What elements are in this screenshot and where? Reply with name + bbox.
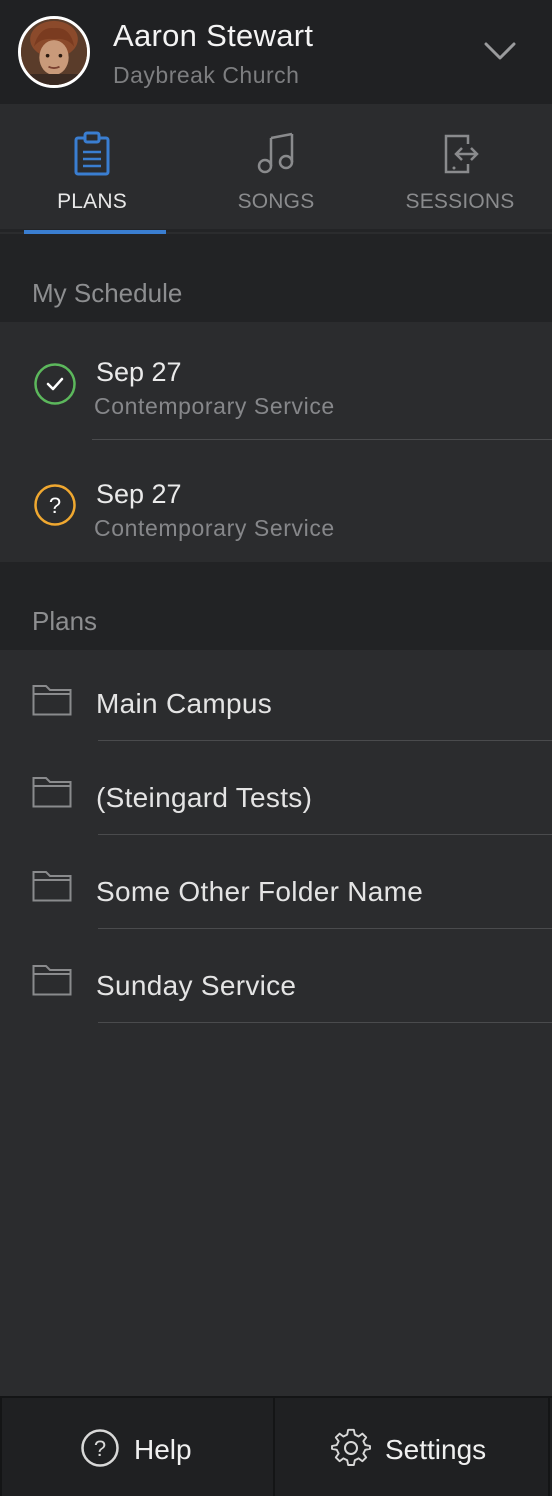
schedule-item[interactable]: Sep 27 Contemporary Service bbox=[0, 322, 552, 444]
tab-plans[interactable]: PLANS bbox=[0, 104, 184, 232]
clipboard-icon bbox=[74, 131, 110, 176]
avatar-image bbox=[21, 19, 87, 85]
section-title: My Schedule bbox=[32, 278, 183, 308]
folder-item[interactable]: Some Other Folder Name bbox=[0, 838, 552, 932]
folder-name: Sunday Service bbox=[96, 970, 297, 1001]
section-header-plans: Plans bbox=[0, 562, 552, 650]
avatar bbox=[18, 16, 90, 88]
row-divider bbox=[98, 1022, 552, 1023]
folder-name: Main Campus bbox=[96, 688, 273, 719]
tab-label: SESSIONS bbox=[405, 190, 515, 213]
folder-name: Some Other Folder Name bbox=[96, 876, 424, 907]
folder-name: (Steingard Tests) bbox=[96, 782, 313, 813]
account-header[interactable]: Aaron Stewart Daybreak Church bbox=[0, 0, 552, 104]
folder-icon bbox=[32, 685, 72, 716]
question-circle-icon: ? bbox=[34, 484, 76, 526]
svg-text:?: ? bbox=[49, 493, 61, 518]
schedule-item[interactable]: ? Sep 27 Contemporary Service bbox=[0, 440, 552, 562]
tab-songs[interactable]: SONGS bbox=[184, 104, 368, 232]
footer-bar: ? Help Settings bbox=[0, 1396, 552, 1496]
music-note-icon bbox=[257, 132, 294, 174]
schedule-date: Sep 27 bbox=[96, 479, 182, 509]
user-name: Aaron Stewart bbox=[113, 18, 314, 53]
svg-text:?: ? bbox=[94, 1436, 106, 1461]
check-circle-icon bbox=[34, 363, 76, 405]
session-exit-icon bbox=[444, 134, 479, 174]
tab-label: SONGS bbox=[237, 190, 315, 213]
folder-item[interactable]: (Steingard Tests) bbox=[0, 744, 552, 838]
folder-icon bbox=[32, 965, 72, 996]
folder-item[interactable]: Sunday Service bbox=[0, 932, 552, 1026]
tab-sessions[interactable]: SESSIONS bbox=[368, 104, 552, 232]
folder-icon bbox=[32, 871, 72, 902]
tab-bar: PLANS SONGS SESSIONS bbox=[0, 104, 552, 234]
help-button[interactable]: ? Help bbox=[0, 1398, 275, 1496]
row-divider bbox=[98, 834, 552, 835]
settings-button[interactable]: Settings bbox=[275, 1398, 550, 1496]
tab-label: PLANS bbox=[57, 190, 127, 213]
gear-icon bbox=[331, 1428, 371, 1466]
schedule-date: Sep 27 bbox=[96, 357, 182, 387]
app-root: Aaron Stewart Daybreak Church PLANS SONG… bbox=[0, 0, 552, 1496]
help-circle-icon: ? bbox=[81, 1429, 119, 1467]
folder-item[interactable]: Main Campus bbox=[0, 650, 552, 744]
row-divider bbox=[98, 928, 552, 929]
section-title: Plans bbox=[32, 606, 98, 636]
row-divider bbox=[98, 740, 552, 741]
schedule-service: Contemporary Service bbox=[94, 393, 335, 419]
settings-label: Settings bbox=[385, 1434, 487, 1465]
church-name: Daybreak Church bbox=[113, 62, 300, 88]
help-label: Help bbox=[134, 1434, 192, 1465]
section-header-my-schedule: My Schedule bbox=[0, 234, 552, 322]
schedule-service: Contemporary Service bbox=[94, 515, 335, 541]
folder-icon bbox=[32, 777, 72, 808]
chevron-down-icon[interactable] bbox=[480, 36, 520, 66]
